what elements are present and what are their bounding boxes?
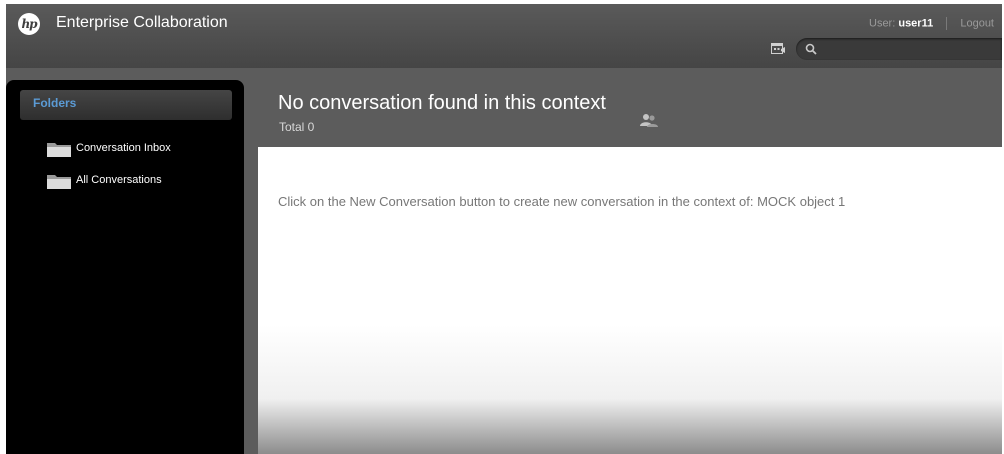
user-area: User: user11 Logout: [869, 17, 994, 30]
folders-sidebar: Folders Conversation Inbox All Conversat…: [6, 80, 244, 454]
user-name: user11: [898, 17, 934, 30]
top-header: hp Enterprise Collaboration User: user11…: [6, 4, 1002, 68]
search-box: [796, 38, 1002, 60]
app-frame: hp Enterprise Collaboration User: user11…: [6, 4, 1002, 454]
folders-header: Folders: [20, 90, 232, 120]
folder-icon: [47, 175, 71, 189]
calendar-icon[interactable]: [771, 42, 785, 54]
folders-title: Folders: [33, 96, 77, 110]
logout-link[interactable]: Logout: [960, 17, 994, 29]
page-title: No conversation found in this context: [278, 92, 606, 114]
search-input[interactable]: [822, 40, 996, 60]
total-count: Total 0: [279, 120, 315, 134]
folder-icon: [47, 143, 71, 157]
app-title: Enterprise Collaboration: [56, 14, 228, 31]
search-icon[interactable]: [805, 43, 817, 55]
conversation-panel: Click on the New Conversation button to …: [258, 147, 1002, 454]
people-icon[interactable]: [639, 112, 659, 128]
folder-label: All Conversations: [76, 174, 162, 186]
hp-logo[interactable]: hp: [18, 13, 40, 35]
empty-state-message: Click on the New Conversation button to …: [278, 194, 846, 209]
folder-label: Conversation Inbox: [76, 142, 171, 154]
header-separator: [946, 17, 948, 30]
user-label: User:: [869, 17, 896, 30]
